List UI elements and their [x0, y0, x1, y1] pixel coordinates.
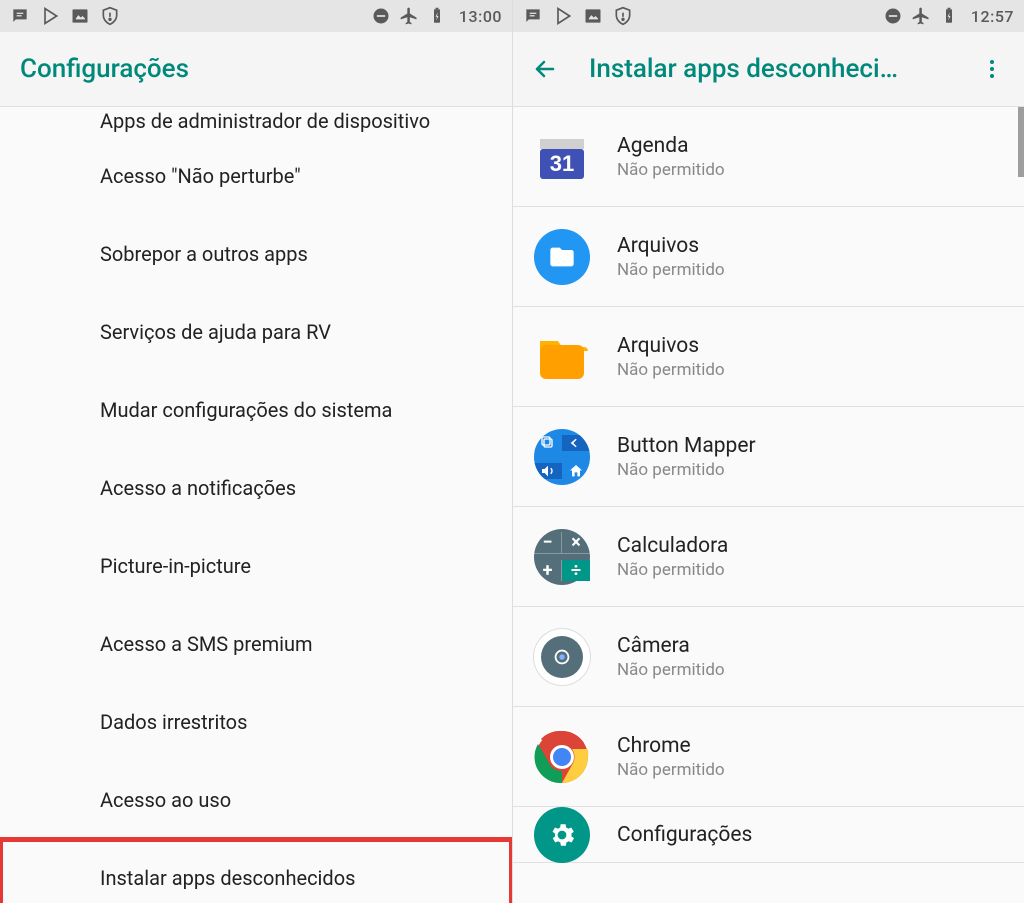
app-name-label: Arquivos: [617, 234, 725, 258]
app-status-label: Não permitido: [617, 760, 725, 780]
app-item[interactable]: ArquivosNão permitido: [513, 207, 1024, 307]
shield-icon: [613, 6, 633, 26]
button-mapper-icon: [533, 428, 591, 486]
app-status-label: Não permitido: [617, 560, 728, 580]
play-store-icon: [40, 6, 60, 26]
camera-icon: [533, 628, 591, 686]
settings-item-label: Acesso a SMS premium: [100, 632, 313, 656]
app-list-content: 31AgendaNão permitidoArquivosNão permiti…: [513, 107, 1024, 903]
phone-right: 12:57 Instalar apps desconheci… 31 Agenda…: [512, 0, 1024, 903]
app-item[interactable]: Button MapperNão permitido: [513, 407, 1024, 507]
arquivos-orange-icon: [533, 328, 591, 386]
status-time: 13:00: [459, 7, 502, 26]
header: Configurações: [0, 32, 512, 107]
agenda-icon: 31: [533, 128, 591, 186]
airplane-icon: [399, 6, 419, 26]
app-name-label: Configurações: [617, 823, 752, 847]
dnd-icon: [371, 6, 391, 26]
settings-item[interactable]: Serviços de ajuda para RV: [0, 293, 512, 371]
svg-text:31: 31: [550, 151, 574, 176]
configuracoes-icon: [533, 806, 591, 864]
app-name-label: Button Mapper: [617, 434, 756, 458]
settings-item[interactable]: Acesso "Não perturbe": [0, 137, 512, 215]
app-status-label: Não permitido: [617, 160, 725, 180]
app-item[interactable]: 31 AgendaNão permitido: [513, 107, 1024, 207]
app-name-label: Arquivos: [617, 334, 725, 358]
settings-item-label: Acesso a notificações: [100, 476, 296, 500]
app-status-label: Não permitido: [617, 260, 725, 280]
image-icon: [583, 6, 603, 26]
app-item[interactable]: ChromeNão permitido: [513, 707, 1024, 807]
chat-icon: [10, 6, 30, 26]
app-name-label: Chrome: [617, 734, 725, 758]
settings-item[interactable]: Acesso a SMS premium: [0, 605, 512, 683]
page-title: Configurações: [20, 54, 189, 84]
status-bar: 12:57: [513, 0, 1024, 32]
arquivos-blue-icon: [533, 228, 591, 286]
dnd-icon: [883, 6, 903, 26]
settings-item[interactable]: Mudar configurações do sistema: [0, 371, 512, 449]
settings-item-label: Serviços de ajuda para RV: [100, 320, 331, 344]
app-name-label: Calculadora: [617, 534, 728, 558]
settings-item[interactable]: Picture-in-picture: [0, 527, 512, 605]
app-item[interactable]: CâmeraNão permitido: [513, 607, 1024, 707]
calculadora-icon: −×+÷: [533, 528, 591, 586]
settings-item-label: Apps de administrador de dispositivo: [100, 109, 430, 133]
settings-item[interactable]: Apps de administrador de dispositivo: [0, 107, 512, 137]
app-status-label: Não permitido: [617, 660, 725, 680]
play-store-icon: [553, 6, 573, 26]
status-time: 12:57: [971, 7, 1014, 26]
settings-item-label: Acesso "Não perturbe": [100, 164, 301, 188]
scrollbar-track: [1016, 107, 1024, 903]
image-icon: [70, 6, 90, 26]
back-arrow-icon[interactable]: [533, 57, 557, 81]
settings-item-label: Instalar apps desconhecidos: [100, 866, 355, 890]
settings-item[interactable]: Sobrepor a outros apps: [0, 215, 512, 293]
page-title: Instalar apps desconheci…: [589, 54, 898, 84]
chat-icon: [523, 6, 543, 26]
shield-icon: [100, 6, 120, 26]
phone-left: 13:00 Configurações Apps de administrado…: [0, 0, 512, 903]
battery-icon: [427, 6, 447, 26]
settings-item-label: Sobrepor a outros apps: [100, 242, 308, 266]
scrollbar-thumb[interactable]: [1018, 107, 1024, 177]
battery-icon: [939, 6, 959, 26]
settings-item-label: Dados irrestritos: [100, 710, 247, 734]
settings-item-label: Mudar configurações do sistema: [100, 398, 392, 422]
airplane-icon: [911, 6, 931, 26]
settings-item[interactable]: Dados irrestritos: [0, 683, 512, 761]
settings-item[interactable]: Instalar apps desconhecidos: [0, 839, 512, 903]
app-status-label: Não permitido: [617, 460, 756, 480]
chrome-icon: [533, 728, 591, 786]
status-bar: 13:00: [0, 0, 512, 32]
app-item[interactable]: Configurações: [513, 807, 1024, 863]
settings-item[interactable]: Acesso ao uso: [0, 761, 512, 839]
more-options-icon[interactable]: [980, 57, 1004, 81]
settings-content: Apps de administrador de dispositivo Aces…: [0, 107, 512, 903]
settings-item-label: Picture-in-picture: [100, 554, 251, 578]
app-name-label: Agenda: [617, 134, 725, 158]
settings-item-label: Acesso ao uso: [100, 788, 231, 812]
header: Instalar apps desconheci…: [513, 32, 1024, 107]
settings-item[interactable]: Acesso a notificações: [0, 449, 512, 527]
app-item[interactable]: ArquivosNão permitido: [513, 307, 1024, 407]
app-name-label: Câmera: [617, 634, 725, 658]
app-item[interactable]: −×+÷ CalculadoraNão permitido: [513, 507, 1024, 607]
app-status-label: Não permitido: [617, 360, 725, 380]
